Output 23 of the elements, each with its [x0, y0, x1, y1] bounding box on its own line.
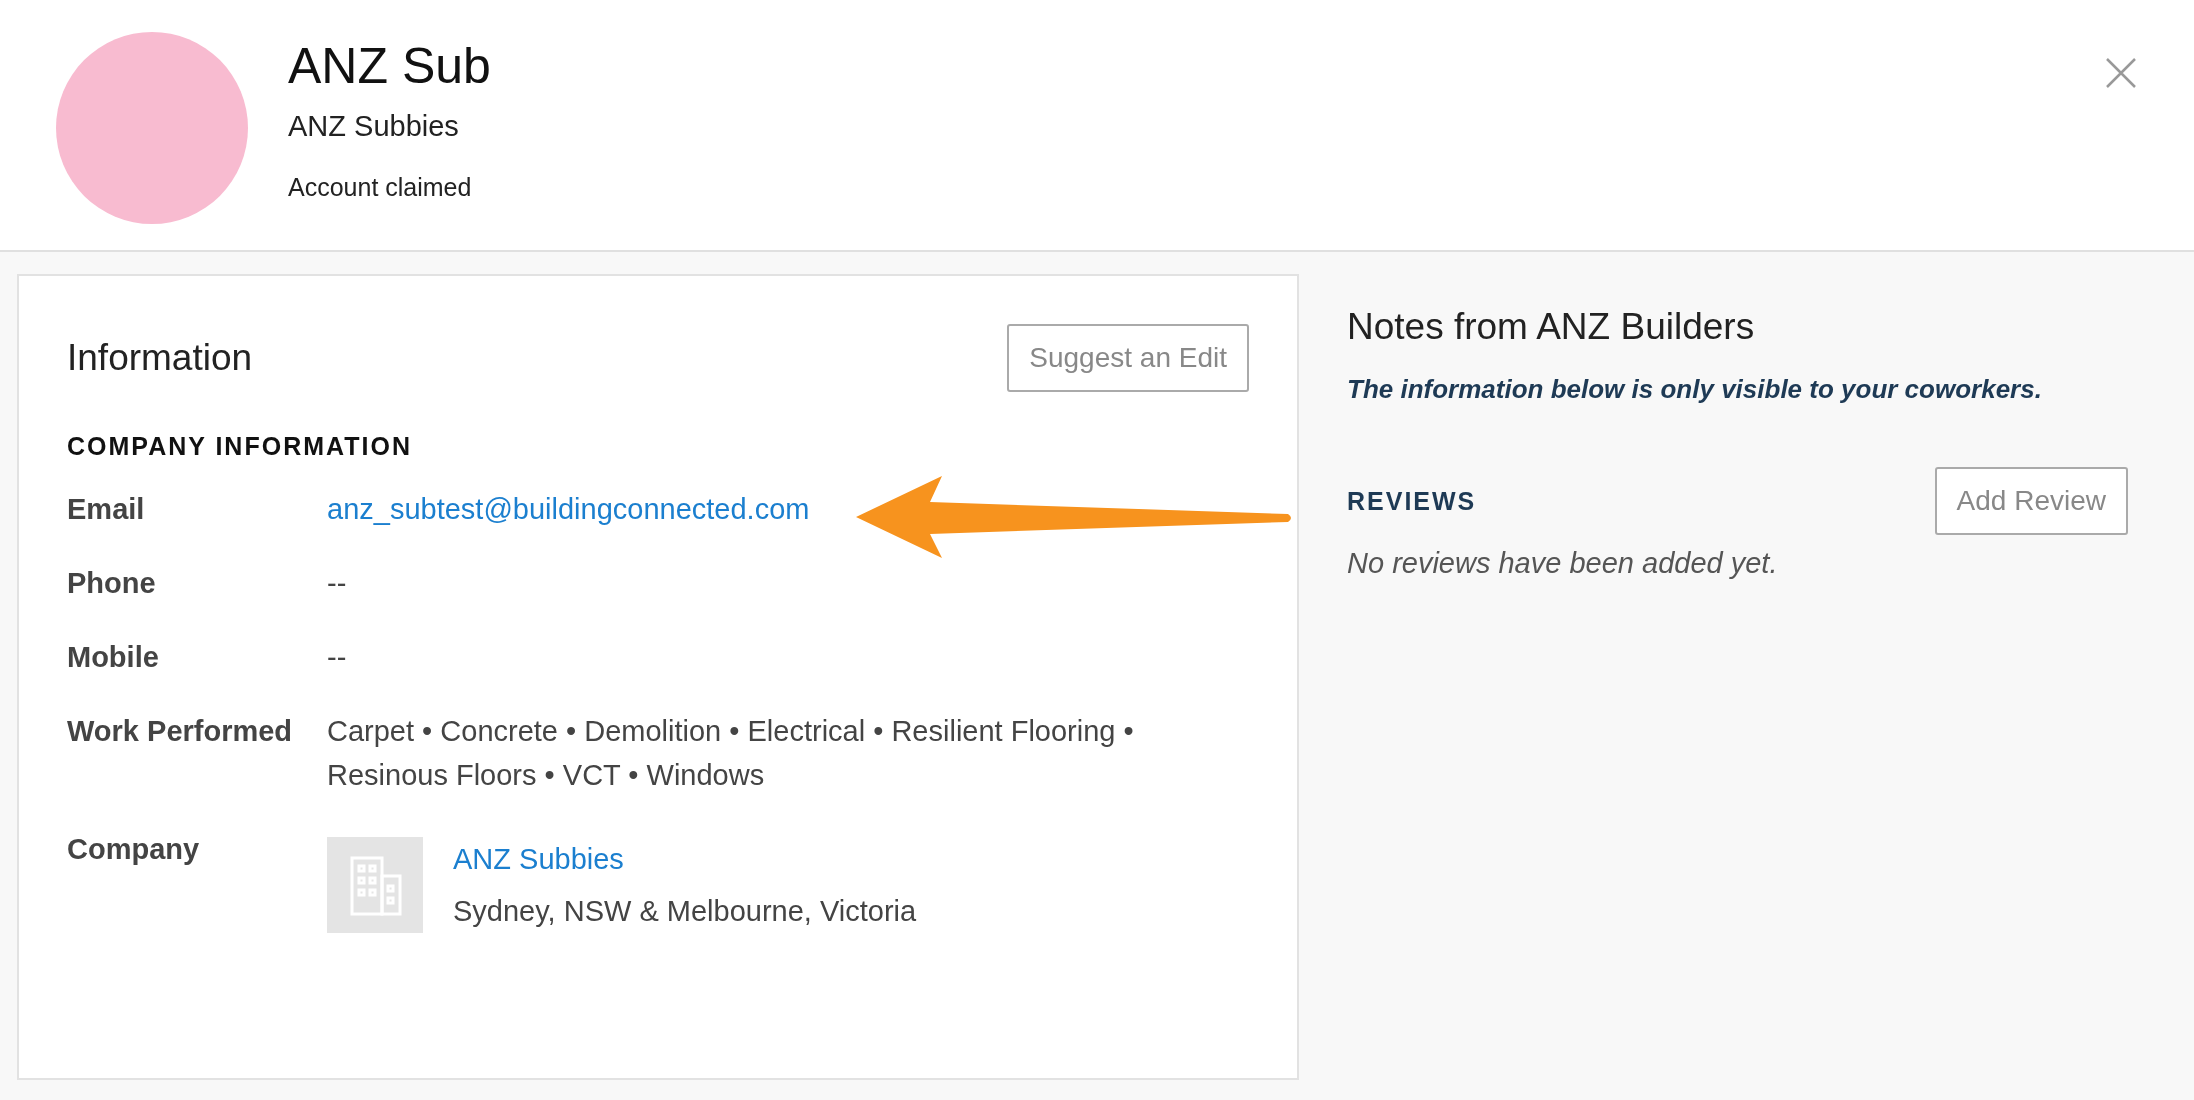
field-label: Company	[67, 832, 201, 867]
reviews-heading: REVIEWS	[1347, 486, 1477, 516]
field-value: --	[327, 640, 348, 675]
field-value: --	[327, 566, 348, 601]
company-name: ANZ Subbies	[288, 110, 460, 143]
visibility-notice: The information below is only visible to your coworkers.	[1347, 374, 2043, 405]
email-link[interactable]: anz_subtest@buildingconnected.com	[327, 487, 810, 531]
field-label: Work Performed	[67, 714, 294, 749]
section-heading: COMPANY INFORMATION	[67, 432, 413, 461]
company-location: Sydney, NSW & Melbourne, Victoria	[453, 894, 917, 929]
empty-reviews-message: No reviews have been added yet.	[1347, 547, 1779, 580]
field-label: Mobile	[67, 640, 160, 675]
add-review-button[interactable]: Add Review	[1934, 467, 2128, 535]
field-label: Email	[67, 492, 146, 527]
profile-title: ANZ Sub	[288, 37, 491, 96]
company-link[interactable]: ANZ Subbies	[453, 837, 917, 881]
field-value: Carpet • Concrete • Demolition • Electrical • Resilient Flooring • Resinous Floors • VCT • Windows	[327, 714, 1135, 793]
notes-title: Notes from ANZ Builders	[1347, 306, 1756, 348]
card-title: Information	[67, 337, 253, 379]
field-label: Phone	[67, 566, 157, 601]
suggest-edit-button[interactable]: Suggest an Edit	[1007, 324, 1249, 392]
close-icon[interactable]	[2104, 56, 2138, 90]
account-status: Account claimed	[288, 173, 473, 202]
